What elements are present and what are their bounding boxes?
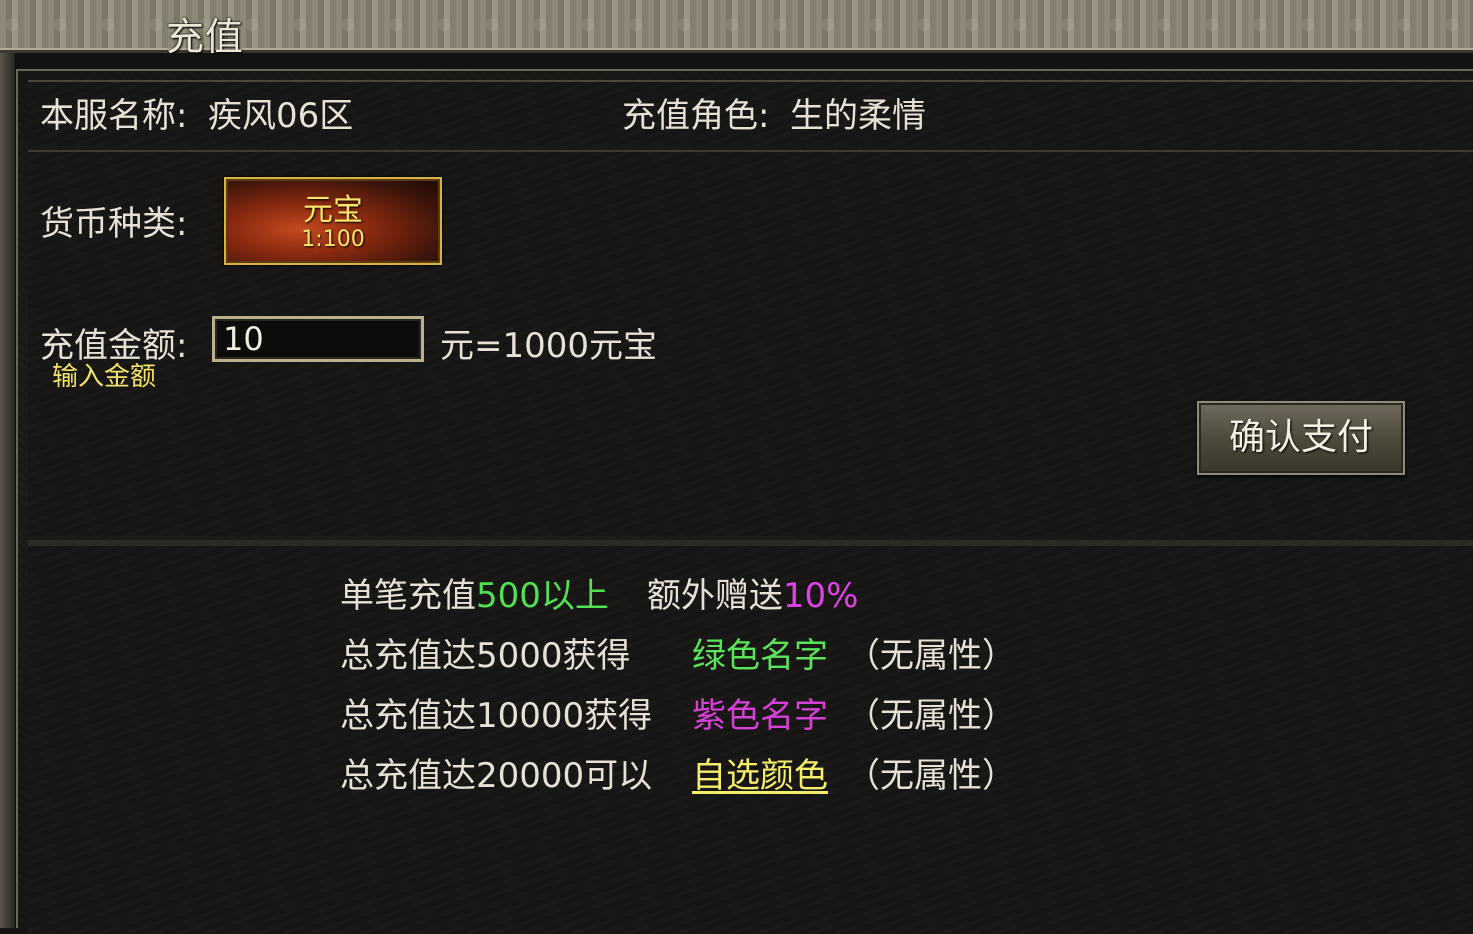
info1-prefix: 单笔充值 (340, 576, 476, 616)
info4-note: （无属性） (846, 756, 1016, 796)
info3-reward: 紫色名字 (692, 696, 828, 736)
currency-label: 货币种类: (40, 204, 188, 244)
server-label: 本服名称: (40, 96, 188, 136)
custom-color-link[interactable]: 自选颜色 (692, 748, 828, 797)
currency-yuanbao-button[interactable]: 元宝 1:100 (224, 177, 442, 265)
info2-reward: 绿色名字 (692, 636, 828, 676)
amount-input[interactable] (212, 316, 424, 362)
role-label: 充值角色: (622, 96, 770, 136)
currency-name: 元宝 (303, 193, 363, 228)
info2-note: （无属性） (846, 636, 1016, 676)
role-name: 生的柔情 (790, 96, 926, 136)
amount-hint: 输入金额 (52, 362, 157, 392)
info1-amount: 500以上 (476, 576, 609, 616)
info1-gap: 额外赠送 (646, 576, 783, 616)
info-line-2: 总充值达5000获得 (340, 628, 631, 677)
info3-note: （无属性） (846, 696, 1016, 736)
info4-prefix: 总充值达20000可以 (340, 756, 653, 796)
info1-bonus: 10% (782, 576, 859, 616)
server-name: 疾风06区 (208, 96, 354, 136)
info-line-1: 单笔充值500以上 额外赠送10% (340, 568, 858, 617)
title-bar: 充值 (0, 0, 1473, 59)
amount-result: 元=1000元宝 (440, 326, 658, 366)
info-line-3: 总充值达10000获得 (340, 688, 652, 737)
info-line-4: 总充值达20000可以 (340, 748, 652, 797)
confirm-pay-button[interactable]: 确认支付 (1197, 401, 1405, 475)
info3-prefix: 总充值达10000获得 (340, 696, 653, 736)
info2-prefix: 总充值达5000获得 (340, 636, 631, 676)
currency-rate: 1:100 (301, 227, 365, 252)
